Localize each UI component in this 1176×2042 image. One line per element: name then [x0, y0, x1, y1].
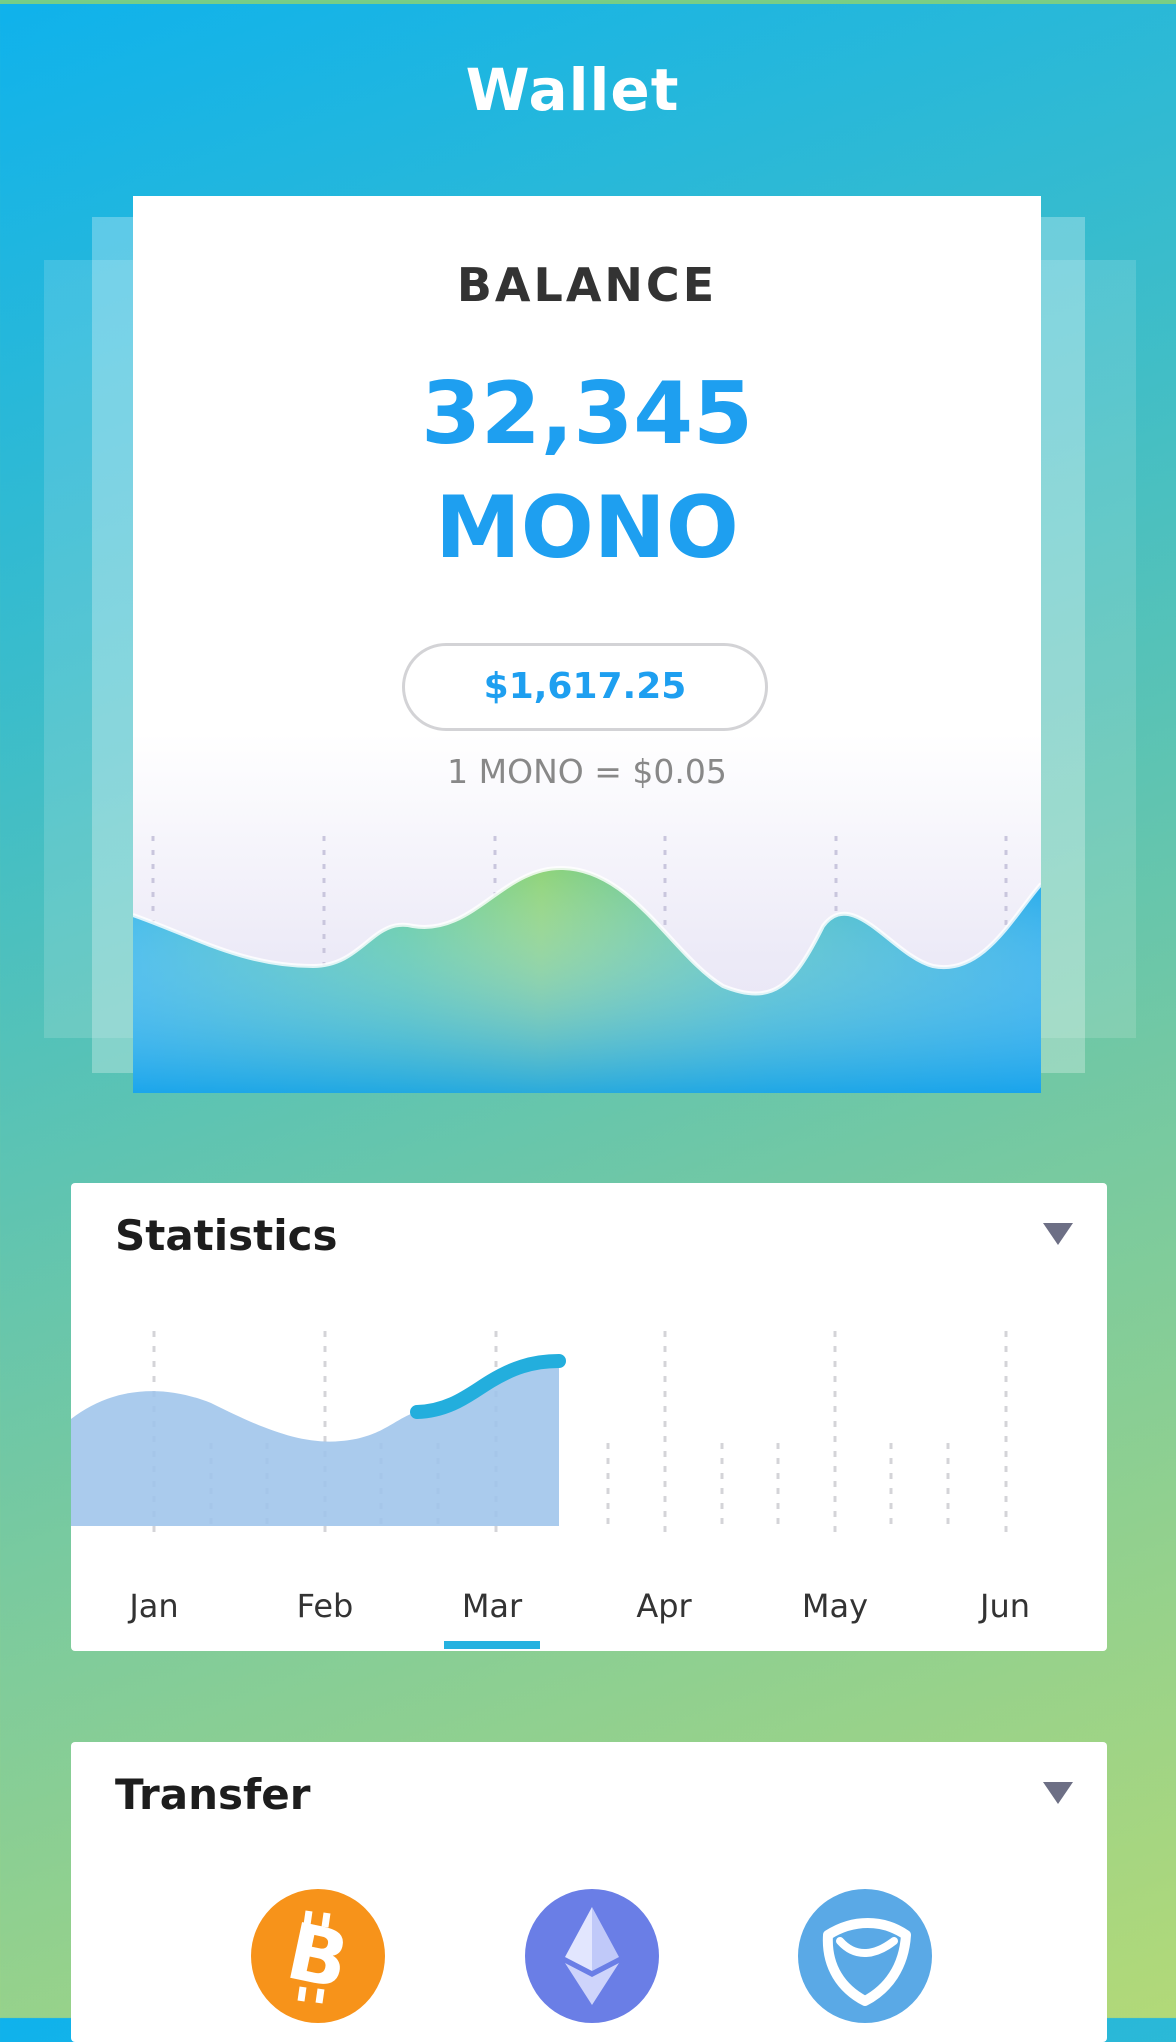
usd-value-pill[interactable]: $1,617.25: [402, 643, 768, 731]
balance-unit: MONO: [435, 478, 739, 578]
nem-icon: [822, 1918, 911, 2006]
bitcoin-button[interactable]: B: [251, 1889, 385, 2023]
statistics-panel: Statistics Jan Feb Mar Apr May Jun: [71, 1183, 1107, 1651]
month-tab-mar[interactable]: Mar: [432, 1587, 552, 1625]
page-title: Wallet: [465, 56, 680, 124]
bitcoin-icon: B: [279, 1907, 356, 2007]
selected-month-indicator: [444, 1641, 540, 1649]
ethereum-button[interactable]: [525, 1889, 659, 2023]
transfer-title: Transfer: [115, 1770, 311, 1819]
balance-card[interactable]: BALANCE 32,345 MONO $1,617.25 1 MONO = $…: [133, 196, 1041, 1093]
month-tab-feb[interactable]: Feb: [265, 1587, 385, 1625]
statistics-title: Statistics: [115, 1211, 338, 1260]
statistics-dropdown-icon[interactable]: [1043, 1223, 1073, 1245]
balance-label: BALANCE: [456, 258, 718, 312]
nem-button[interactable]: [798, 1889, 932, 2023]
transfer-dropdown-icon[interactable]: [1043, 1782, 1073, 1804]
month-tab-may[interactable]: May: [775, 1587, 895, 1625]
month-tab-jun[interactable]: Jun: [945, 1587, 1065, 1625]
month-tab-jan[interactable]: Jan: [94, 1587, 214, 1625]
ethereum-icon: [565, 1907, 619, 2005]
transfer-panel: Transfer B: [71, 1742, 1107, 2042]
balance-amount: 32,345: [421, 364, 753, 464]
exchange-rate: 1 MONO = $0.05: [447, 752, 727, 791]
month-tab-apr[interactable]: Apr: [604, 1587, 724, 1625]
top-accent-line: [0, 0, 1176, 4]
